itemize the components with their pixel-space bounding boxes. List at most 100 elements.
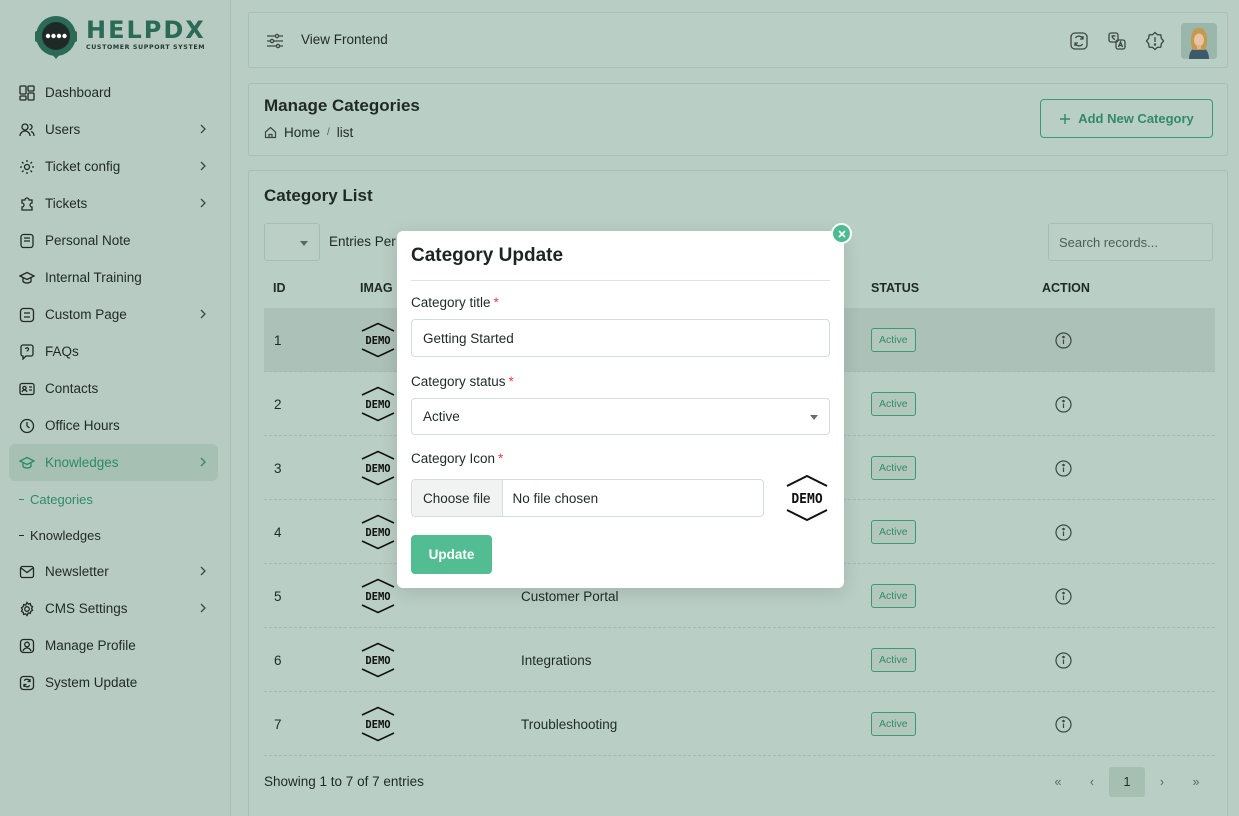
category-image: DEMO [361,706,395,742]
column-header-status[interactable]: STATUS [871,281,919,295]
status-badge: Active [871,328,916,352]
row-name: Integrations [521,653,592,668]
file-name-text: No file chosen [512,490,599,506]
page-current-button[interactable]: 1 [1109,767,1145,797]
sidebar-item-system-update[interactable]: System Update [9,664,218,701]
training-icon [19,270,35,286]
sidebar-item-label: Internal Training [45,270,142,285]
home-icon [264,126,277,139]
page-last-button[interactable]: » [1179,767,1213,797]
info-icon[interactable] [1055,332,1072,349]
add-new-category-button[interactable]: Add New Category [1040,99,1213,138]
sidebar-item-tickets[interactable]: Tickets [9,185,218,222]
sidebar-item-newsletter[interactable]: Newsletter [9,553,218,590]
entries-label: Entries Per [329,234,396,249]
sidebar-item-ticket-config[interactable]: Ticket config [9,148,218,185]
category-image: DEMO [361,642,395,678]
user-avatar[interactable] [1181,23,1217,59]
sidebar-item-faqs[interactable]: FAQs [9,333,218,370]
sidebar-item-label: Dashboard [45,85,112,100]
dashboard-icon [19,84,35,101]
info-icon[interactable] [1055,588,1072,605]
category-status-select[interactable]: Active [411,398,830,435]
sidebar-item-label: Custom Page [45,307,127,322]
category-title-field[interactable]: Getting Started [411,319,830,357]
sidebar: HELPDX CUSTOMER SUPPORT SYSTEM Dashboard… [0,0,231,816]
row-id: 1 [274,333,282,348]
sidebar-item-cms-settings[interactable]: CMS Settings [9,590,218,627]
sidebar-item-contacts[interactable]: Contacts [9,370,218,407]
logo-mark-icon [35,16,77,59]
category-status-label: Category status * [411,374,514,389]
chevron-right-icon [200,161,206,171]
chevron-right-icon [200,603,206,613]
update-button[interactable]: Update [411,535,492,574]
chevron-down-icon [810,415,818,420]
notification-icon[interactable] [1143,29,1167,53]
sidebar-subitem-knowledges[interactable]: Knowledges [9,517,218,553]
sidebar-item-internal-training[interactable]: Internal Training [9,259,218,296]
choose-file-button[interactable]: Choose file [412,480,503,516]
info-icon[interactable] [1055,460,1072,477]
search-input[interactable]: Search records... [1048,223,1213,261]
category-icon-file-input[interactable]: Choose file No file chosen [411,479,764,517]
profile-icon [19,638,35,654]
row-id: 2 [274,397,282,412]
sidebar-subitem-categories[interactable]: Categories [9,481,218,517]
sidebar-nav: Dashboard Users Ticket config Tickets Pe… [9,74,218,701]
page-prev-button[interactable]: ‹ [1075,767,1109,797]
column-header-image[interactable]: IMAG [360,281,393,295]
chevron-down-icon [300,241,308,246]
modal-divider [411,280,830,281]
showing-entries-text: Showing 1 to 7 of 7 entries [264,774,424,789]
faq-icon [19,343,35,360]
svg-text:DEMO: DEMO [365,591,390,603]
column-header-id[interactable]: ID [273,281,286,295]
menu-toggle-icon[interactable] [266,33,284,49]
ticket-config-icon [19,159,35,175]
top-bar: View Frontend [248,12,1228,68]
category-image: DEMO [361,386,395,422]
sidebar-item-label: FAQs [45,344,79,359]
sidebar-item-knowledges[interactable]: Knowledges [9,444,218,481]
svg-text:DEMO: DEMO [365,719,390,731]
tickets-icon [19,196,35,212]
info-icon[interactable] [1055,652,1072,669]
brand-logo[interactable]: HELPDX CUSTOMER SUPPORT SYSTEM [32,14,205,62]
row-id: 3 [274,461,282,476]
sidebar-item-custom-page[interactable]: Custom Page [9,296,218,333]
info-icon[interactable] [1055,524,1072,541]
language-icon[interactable] [1105,29,1129,53]
category-image: DEMO [361,578,395,614]
sidebar-item-dashboard[interactable]: Dashboard [9,74,218,111]
chevron-right-icon [200,198,206,208]
sidebar-item-label: Knowledges [45,455,119,470]
info-icon[interactable] [1055,716,1072,733]
contacts-icon [19,381,35,397]
sidebar-item-office-hours[interactable]: Office Hours [9,407,218,444]
svg-text:DEMO: DEMO [365,655,390,667]
entries-per-page-select[interactable] [264,223,320,261]
page-first-button[interactable]: « [1041,767,1075,797]
category-image: DEMO [361,450,395,486]
status-badge: Active [871,712,916,736]
status-badge: Active [871,392,916,416]
page-next-button[interactable]: › [1145,767,1179,797]
newsletter-icon [19,564,35,580]
category-update-modal: Category Update Category title * Getting … [397,231,844,588]
knowledge-icon [19,455,35,471]
info-icon[interactable] [1055,396,1072,413]
sidebar-item-manage-profile[interactable]: Manage Profile [9,627,218,664]
sidebar-item-label: Tickets [45,196,88,211]
sidebar-subitem-label: Categories [30,491,93,507]
sidebar-item-users[interactable]: Users [9,111,218,148]
refresh-icon[interactable] [1067,29,1091,53]
sidebar-item-label: Ticket config [45,159,121,174]
modal-close-button[interactable] [831,223,852,244]
breadcrumb-home[interactable]: Home [284,125,320,140]
note-icon [19,233,35,249]
sidebar-item-label: Contacts [45,381,99,396]
view-frontend-link[interactable]: View Frontend [301,32,388,47]
sidebar-item-personal-note[interactable]: Personal Note [9,222,218,259]
svg-text:DEMO: DEMO [791,492,822,507]
